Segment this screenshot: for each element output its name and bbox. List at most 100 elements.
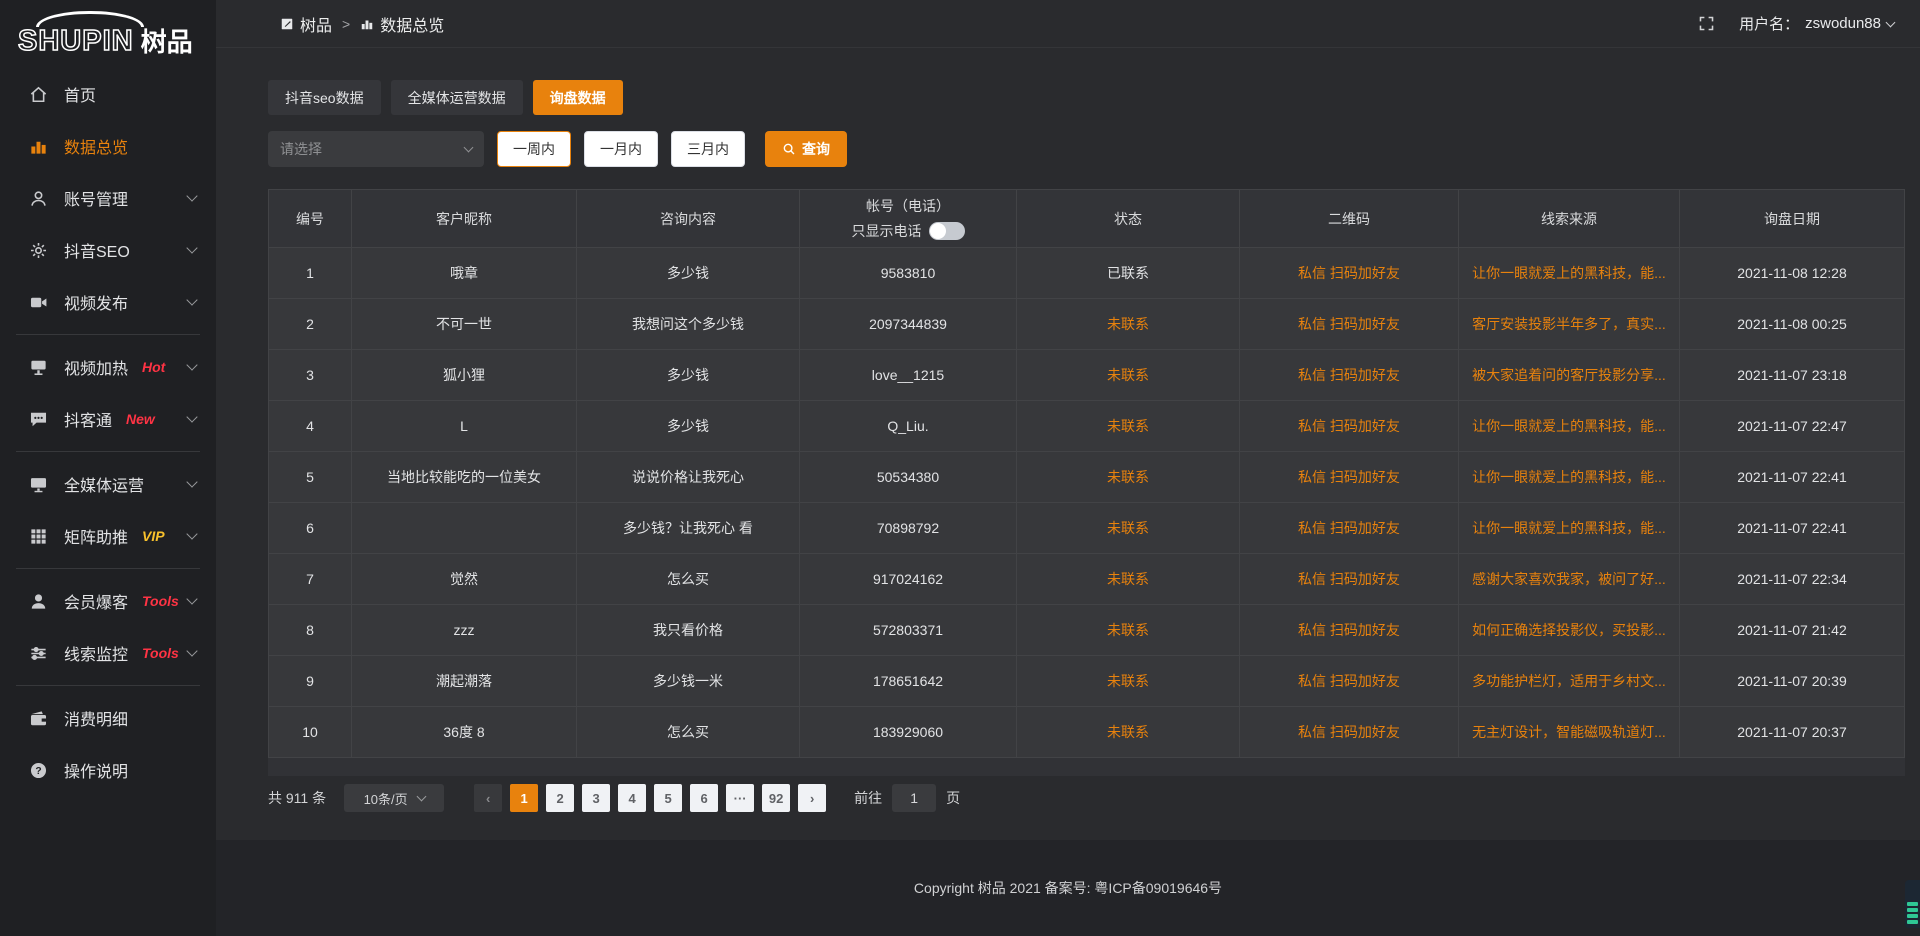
lead-source-link[interactable]: 让你一眼就爱上的黑科技，能...: [1472, 467, 1666, 487]
page-ellipsis-button[interactable]: ···: [726, 784, 754, 812]
prev-page-button[interactable]: ‹: [474, 784, 502, 812]
qr-add-friend-link[interactable]: 私信 扫码加好友: [1298, 365, 1400, 385]
table-row: 4 L 多少钱 Q_Liu. 未联系 私信 扫码加好友 让你一眼就爱上的黑科技，…: [269, 401, 1905, 452]
bar-chart-icon: [28, 136, 48, 156]
user-icon: [28, 188, 48, 208]
breadcrumb-item-data-overview[interactable]: 数据总览: [360, 12, 444, 36]
lead-source-link[interactable]: 如何正确选择投影仪，买投影...: [1472, 620, 1666, 640]
table-row: 6 多少钱？让我死心 看 70898792 未联系 私信 扫码加好友 让你一眼就…: [269, 503, 1905, 554]
table-bottom-strip: [268, 758, 1905, 776]
sidebar-item-douyin-seo[interactable]: 抖音SEO: [0, 224, 216, 276]
page-button-5[interactable]: 5: [654, 784, 682, 812]
copyright-text: Copyright 树品 2021 备案号: 粤ICP备09019646号: [914, 878, 1222, 898]
qr-add-friend-link[interactable]: 私信 扫码加好友: [1298, 671, 1400, 691]
sidebar-item-label: 抖客通: [64, 407, 112, 431]
qr-add-friend-link[interactable]: 私信 扫码加好友: [1298, 263, 1400, 283]
cell-date: 2021-11-08 00:25: [1680, 299, 1905, 350]
qr-add-friend-link[interactable]: 私信 扫码加好友: [1298, 722, 1400, 742]
lead-source-link[interactable]: 客厅安装投影半年多了，真实...: [1472, 314, 1666, 334]
lead-source-link[interactable]: 让你一眼就爱上的黑科技，能...: [1472, 416, 1666, 436]
widget-bar: [1907, 914, 1918, 918]
cell-id: 8: [269, 605, 352, 656]
query-button[interactable]: 查询: [765, 131, 847, 167]
topbar-right: 用户名：zswodun88: [1698, 13, 1894, 34]
page-button-3[interactable]: 3: [582, 784, 610, 812]
page-button-92[interactable]: 92: [762, 784, 790, 812]
cell-content: 怎么买: [577, 554, 800, 605]
phone-only-toggle[interactable]: [929, 222, 965, 240]
next-page-button[interactable]: ›: [798, 784, 826, 812]
lead-source-link[interactable]: 被大家追着问的客厅投影分享...: [1472, 365, 1666, 385]
page-button-2[interactable]: 2: [546, 784, 574, 812]
logo-text-cn: 树品: [141, 29, 193, 56]
cell-status: 未联系: [1017, 707, 1240, 758]
cell-status: 未联系: [1017, 452, 1240, 503]
cell-date: 2021-11-07 22:41: [1680, 503, 1905, 554]
page-size-select[interactable]: 10条/页: [344, 784, 444, 812]
tab-inquiry-data[interactable]: 询盘数据: [533, 80, 623, 115]
cell-nickname: 当地比较能吃的一位美女: [352, 452, 577, 503]
cell-date: 2021-11-07 21:42: [1680, 605, 1905, 656]
sidebar-item-expense-details[interactable]: 消费明细: [0, 692, 216, 744]
lead-source-link[interactable]: 让你一眼就爱上的黑科技，能...: [1472, 263, 1666, 283]
qr-add-friend-link[interactable]: 私信 扫码加好友: [1298, 518, 1400, 538]
period-month-button[interactable]: 一月内: [584, 131, 658, 167]
qr-add-friend-link[interactable]: 私信 扫码加好友: [1298, 569, 1400, 589]
qr-add-friend-link[interactable]: 私信 扫码加好友: [1298, 416, 1400, 436]
sidebar-item-lead-monitor[interactable]: 线索监控 Tools: [0, 627, 216, 679]
cell-id: 7: [269, 554, 352, 605]
cell-status: 已联系: [1017, 248, 1240, 299]
sidebar-item-label: 账号管理: [64, 186, 128, 210]
chevron-down-icon: [186, 645, 197, 656]
sidebar-item-label: 线索监控: [64, 641, 128, 665]
filter-bar: 请选择 一周内 一月内 三月内 查询: [268, 131, 1905, 167]
cell-status: 未联系: [1017, 656, 1240, 707]
page-button-4[interactable]: 4: [618, 784, 646, 812]
breadcrumb-label: 数据总览: [380, 12, 444, 36]
period-quarter-button[interactable]: 三月内: [671, 131, 745, 167]
sidebar-item-home[interactable]: 首页: [0, 68, 216, 120]
menu-divider: [16, 568, 200, 569]
lead-source-link[interactable]: 无主灯设计，智能磁吸轨道灯...: [1472, 722, 1666, 742]
cell-status: 未联系: [1017, 503, 1240, 554]
bar-chart-icon: [360, 17, 374, 31]
chevron-down-icon: [186, 242, 197, 253]
page-button-1[interactable]: 1: [510, 784, 538, 812]
sidebar-item-video-publish[interactable]: 视频发布: [0, 276, 216, 328]
cell-nickname: 哦章: [352, 248, 577, 299]
footer: Copyright 树品 2021 备案号: 粤ICP备09019646号: [216, 840, 1920, 936]
period-week-button[interactable]: 一周内: [497, 131, 571, 167]
chevron-down-icon: [186, 476, 197, 487]
page-size-value: 10条/页: [364, 789, 408, 808]
page-button-6[interactable]: 6: [690, 784, 718, 812]
username-label: 用户名：: [1739, 13, 1799, 34]
sidebar-item-omnimedia-operation[interactable]: 全媒体运营: [0, 458, 216, 510]
lead-source-link[interactable]: 让你一眼就爱上的黑科技，能...: [1472, 518, 1666, 538]
fullscreen-icon[interactable]: [1698, 15, 1715, 32]
qr-add-friend-link[interactable]: 私信 扫码加好友: [1298, 467, 1400, 487]
qr-add-friend-link[interactable]: 私信 扫码加好友: [1298, 314, 1400, 334]
sidebar-item-matrix-boost[interactable]: 矩阵助推 VIP: [0, 510, 216, 562]
goto-page: 前往 页: [854, 784, 960, 812]
sidebar: SHUPIN 树品 首页 数据总览 账号管理 抖音SEO: [0, 0, 216, 936]
sidebar-item-help[interactable]: ? 操作说明: [0, 744, 216, 796]
sidebar-item-douketong[interactable]: 抖客通 New: [0, 393, 216, 445]
tab-omnimedia-data[interactable]: 全媒体运营数据: [391, 80, 523, 115]
floating-widget[interactable]: [1905, 880, 1920, 928]
goto-page-input[interactable]: [892, 784, 936, 812]
sidebar-item-data-overview[interactable]: 数据总览: [0, 120, 216, 172]
filter-select[interactable]: 请选择: [268, 131, 484, 167]
breadcrumb-label: 树品: [300, 12, 332, 36]
lead-source-link[interactable]: 感谢大家喜欢我家，被问了好...: [1472, 569, 1666, 589]
user-menu[interactable]: 用户名：zswodun88: [1739, 13, 1894, 34]
qr-add-friend-link[interactable]: 私信 扫码加好友: [1298, 620, 1400, 640]
sidebar-item-member-burst[interactable]: 会员爆客 Tools: [0, 575, 216, 627]
breadcrumb-item-shupin[interactable]: 树品: [280, 12, 332, 36]
wallet-icon: [28, 708, 48, 728]
sidebar-item-account-management[interactable]: 账号管理: [0, 172, 216, 224]
breadcrumb: 树品 > 数据总览: [280, 12, 444, 36]
cell-content: 多少钱？让我死心 看: [577, 503, 800, 554]
sidebar-item-video-heat[interactable]: 视频加热 Hot: [0, 341, 216, 393]
lead-source-link[interactable]: 多功能护栏灯，适用于乡村文...: [1472, 671, 1666, 691]
tab-douyin-seo-data[interactable]: 抖音seo数据: [268, 80, 381, 115]
